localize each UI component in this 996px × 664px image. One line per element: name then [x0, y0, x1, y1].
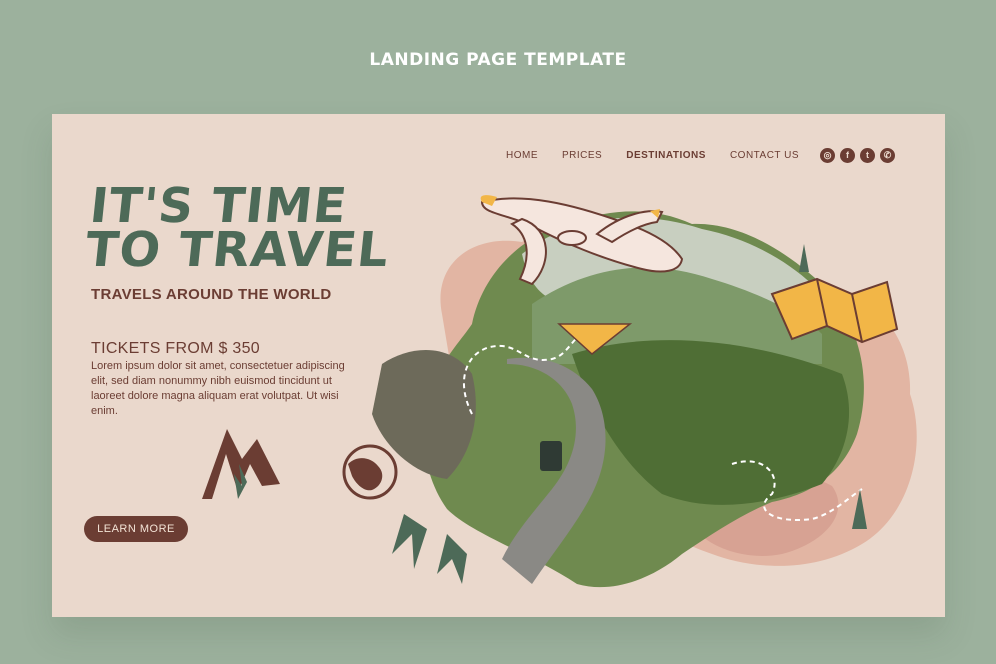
hero-subtitle: TRAVELS AROUND THE WORLD — [91, 286, 332, 303]
nav-destinations[interactable]: DESTINATIONS — [626, 150, 706, 161]
instagram-icon[interactable]: ◎ — [820, 148, 835, 163]
learn-more-button[interactable]: LEARN MORE — [84, 516, 188, 542]
social-links: ◎ f t ✆ — [820, 148, 895, 163]
landing-card: HOME PRICES DESTINATIONS CONTACT US ◎ f … — [52, 114, 945, 617]
hero-title: IT'S TIME TO TRAVEL — [83, 178, 422, 278]
twitter-icon[interactable]: t — [860, 148, 875, 163]
rocks — [372, 350, 476, 479]
nav-prices[interactable]: PRICES — [562, 150, 602, 161]
hero-title-line2: TO TRAVEL — [82, 222, 393, 278]
nav-contact[interactable]: CONTACT US — [730, 150, 799, 161]
whatsapp-icon[interactable]: ✆ — [880, 148, 895, 163]
nav-home[interactable]: HOME — [506, 150, 538, 161]
tickets-price: TICKETS FROM $ 350 — [91, 340, 260, 357]
main-nav: HOME PRICES DESTINATIONS CONTACT US — [506, 150, 799, 161]
hero-description: Lorem ipsum dolor sit amet, consectetuer… — [91, 360, 345, 417]
facebook-icon[interactable]: f — [840, 148, 855, 163]
globe-icon — [342, 444, 398, 500]
page-caption: LANDING PAGE TEMPLATE — [369, 50, 627, 70]
car — [540, 441, 562, 471]
